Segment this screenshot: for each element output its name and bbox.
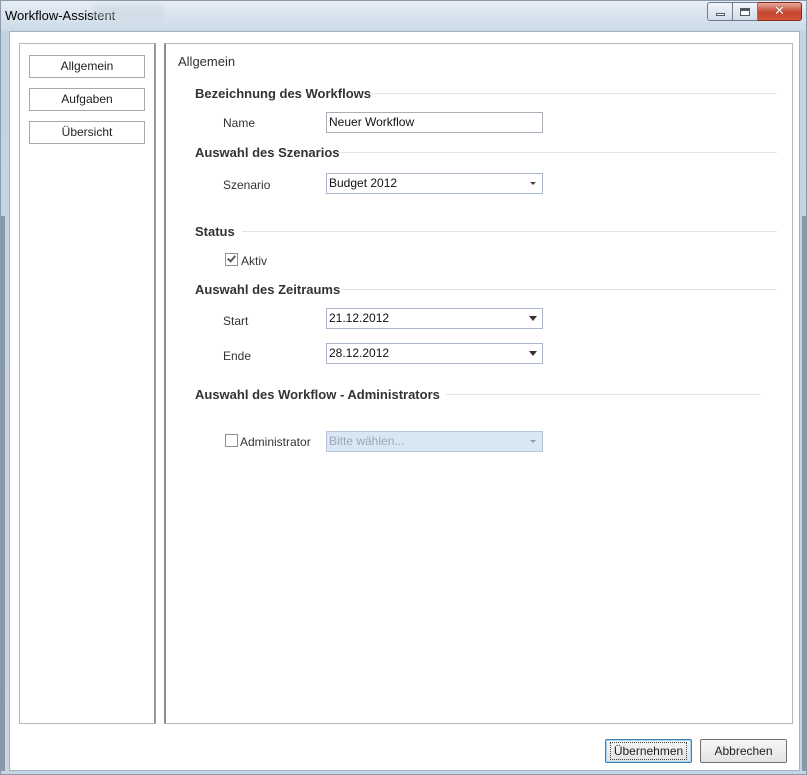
section-title-status: Status <box>195 224 235 239</box>
close-x-icon: ✕ <box>774 4 785 19</box>
chevron-down-icon <box>529 316 537 321</box>
ende-label: Ende <box>223 349 252 363</box>
minimize-button[interactable] <box>707 2 733 21</box>
section-divider <box>342 289 777 290</box>
title-glass-blur <box>93 5 163 19</box>
name-input[interactable]: Neuer Workflow <box>326 112 543 133</box>
maximize-icon <box>740 7 750 16</box>
nav-button-uebersicht[interactable]: Übersicht <box>29 121 145 144</box>
window-controls: ✕ <box>707 2 802 21</box>
content-panel: Allgemein Bezeichnung des Workflows Name… <box>164 43 793 724</box>
start-date-picker[interactable]: 21.12.2012 <box>326 308 543 329</box>
start-label: Start <box>223 314 249 328</box>
section-title-bezeichnung: Bezeichnung des Workflows <box>195 86 372 101</box>
section-divider <box>446 394 761 395</box>
title-bar[interactable]: Workflow-Assistent ✕ <box>1 1 806 31</box>
cancel-button[interactable]: Abbrechen <box>700 739 787 763</box>
panel-title: Allgemein <box>178 54 236 69</box>
chevron-down-icon <box>530 440 536 443</box>
szenario-dropdown[interactable]: Budget 2012 <box>326 173 543 194</box>
administrator-placeholder: Bitte wählen... <box>329 434 405 448</box>
chevron-down-icon <box>529 351 537 356</box>
section-divider <box>367 93 777 94</box>
administrator-label[interactable]: Administrator <box>240 435 311 449</box>
apply-button-label: Übernehmen <box>609 742 688 760</box>
aktiv-label[interactable]: Aktiv <box>241 254 267 268</box>
checkmark-icon <box>227 253 236 263</box>
end-date-value: 28.12.2012 <box>329 346 390 360</box>
minimize-icon <box>715 13 725 16</box>
window-edge-left <box>1 216 5 771</box>
section-title-administrator: Auswahl des Workflow - Administrators <box>195 387 440 402</box>
section-divider <box>338 152 777 153</box>
start-date-value: 21.12.2012 <box>329 311 390 325</box>
workflow-assistant-window: Workflow-Assistent ✕ Allgemein Aufgaben … <box>0 0 807 775</box>
maximize-button[interactable] <box>733 2 758 21</box>
name-label: Name <box>223 116 256 130</box>
section-title-zeitraum: Auswahl des Zeitraums <box>195 282 341 297</box>
end-date-picker[interactable]: 28.12.2012 <box>326 343 543 364</box>
dialog-client-area: Allgemein Aufgaben Übersicht Allgemein B… <box>9 31 800 771</box>
window-edge-right <box>802 216 806 771</box>
nav-button-allgemein[interactable]: Allgemein <box>29 55 145 78</box>
administrator-dropdown[interactable]: Bitte wählen... <box>326 431 543 452</box>
close-button[interactable]: ✕ <box>758 2 802 21</box>
section-divider <box>242 231 777 232</box>
nav-button-aufgaben[interactable]: Aufgaben <box>29 88 145 111</box>
aktiv-checkbox[interactable] <box>225 253 238 266</box>
navigation-sidebar: Allgemein Aufgaben Übersicht <box>19 43 156 724</box>
chevron-down-icon <box>530 182 536 185</box>
szenario-selected-value: Budget 2012 <box>329 176 398 190</box>
szenario-label: Szenario <box>223 178 271 192</box>
administrator-checkbox[interactable] <box>225 434 238 447</box>
apply-button[interactable]: Übernehmen <box>605 739 692 763</box>
section-title-szenario: Auswahl des Szenarios <box>195 145 340 160</box>
